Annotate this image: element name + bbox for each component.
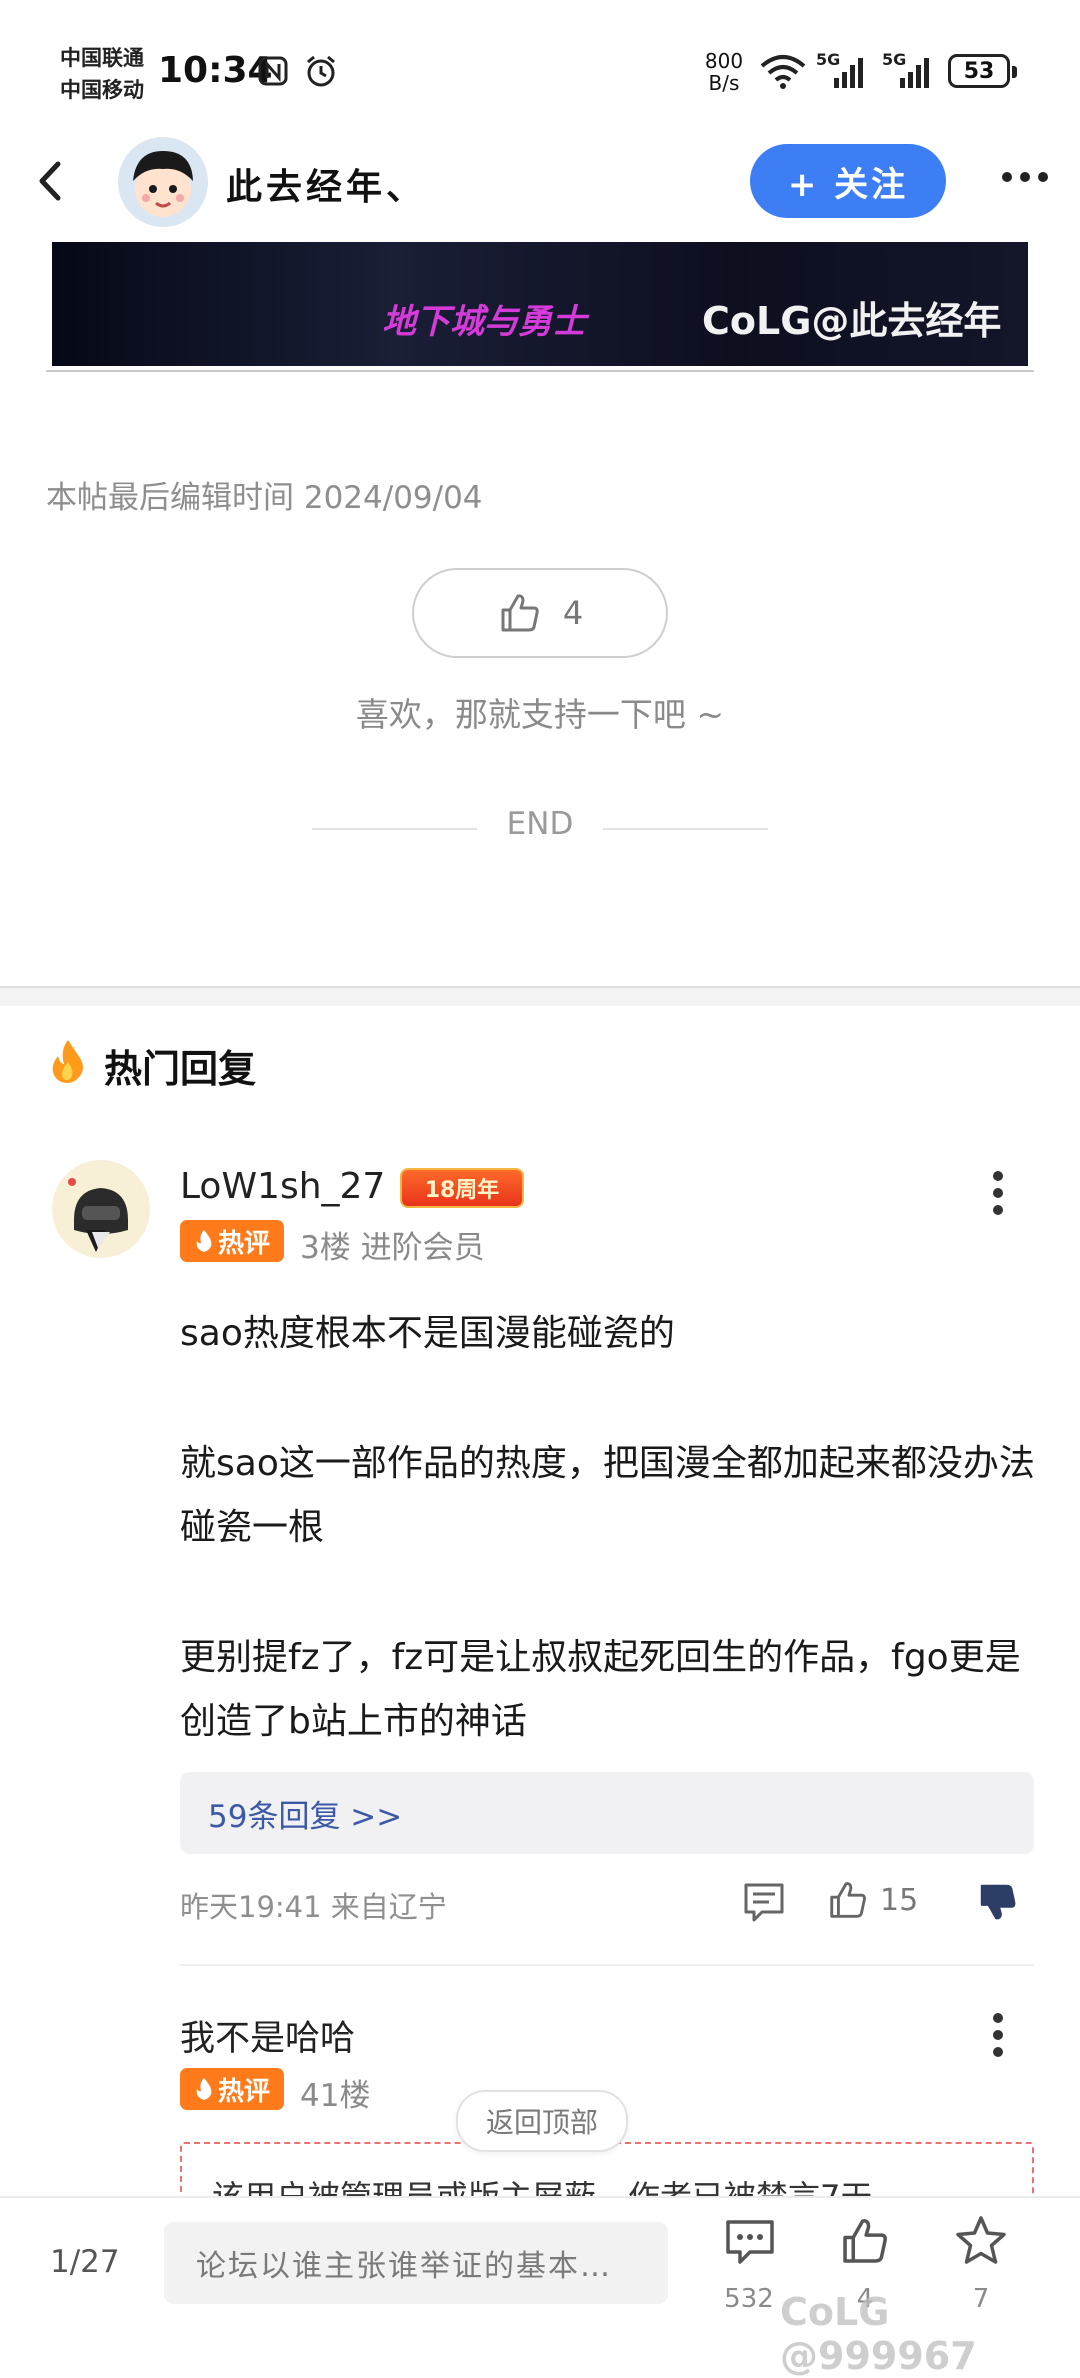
comments-button[interactable] [724,2216,776,2268]
banner-watermark: CoLG@此去经年 [702,299,1002,343]
hot-comment-badge: 热评 [180,2068,284,2110]
alarm-icon [304,54,338,88]
section-divider [0,986,1080,1006]
comment-like-button[interactable]: 15 [826,1878,918,1922]
thumbs-up-icon [497,590,543,636]
hot-comment-badge: 热评 [180,1220,284,1262]
comment-username[interactable]: LoW1sh_27 [180,1166,385,1207]
wifi-icon [758,52,808,90]
signal-2-label: 5G [882,50,907,69]
page-indicator[interactable]: 1/27 [50,2244,120,2280]
reply-input[interactable]: 论坛以谁主张谁举证的基本… [164,2222,668,2304]
net-speed-value: 800 [704,49,744,73]
end-divider-left [312,828,477,830]
end-label: END [506,806,574,842]
back-to-top-button[interactable]: 返回顶部 [456,2090,628,2152]
signal-1-label: 5G [816,50,841,69]
hot-badge-label: 热评 [217,2076,270,2107]
thumbs-up-icon [843,2219,887,2263]
nfc-icon [258,56,288,86]
comment-username[interactable]: 我不是哈哈 [180,2010,355,2061]
post-image-banner[interactable]: 地下城与勇士 CoLG@此去经年 [52,242,1028,366]
net-speed: 800 B/s [703,50,745,94]
fire-icon [46,1038,90,1084]
comment-more-icon[interactable] [990,1170,1006,1216]
comment-floor-meta: 3楼 进阶会员 [300,1230,485,1266]
comment-time-location: 昨天19:41 来自辽宁 [180,1890,447,1924]
banner-game-logo: 地下城与勇士 [382,302,586,342]
comment-more-icon[interactable] [990,2012,1006,2058]
post-like-count: 4 [562,594,584,632]
view-replies-link[interactable]: 59条回复 >> [180,1772,1034,1854]
back-arrow-icon[interactable] [32,158,66,204]
site-watermark: CoLG @999967 [780,2290,977,2378]
last-edit-time: 本帖最后编辑时间 2024/09/04 [46,480,483,516]
comment-paragraph: 就sao这一部作品的热度，把国漫全都加起来都没办法碰瓷一根 [180,1443,1035,1548]
comment-divider [180,1964,1034,1966]
author-avatar[interactable] [118,137,208,227]
reply-comment-icon[interactable] [742,1880,786,1924]
net-speed-unit: B/s [708,71,740,95]
comment-paragraph: 更别提fz了，fz可是让叔叔起死回生的作品，fgo更是创造了b站上市的神话 [180,1637,1021,1742]
comment-bubble-icon [726,2220,774,2264]
favorite-button[interactable] [954,2214,1008,2268]
like-post-button[interactable] [838,2214,892,2268]
banner-bottom-line [46,370,1034,372]
star-icon [956,2216,1006,2264]
hot-badge-label: 热评 [217,1228,270,1259]
more-options-icon[interactable] [1000,170,1050,184]
thumbs-up-icon [830,1882,866,1918]
comment-paragraph: sao热度根本不是国漫能碰瓷的 [180,1313,675,1354]
hot-replies-title: 热门回复 [104,1047,257,1091]
comment-like-count: 15 [880,1882,919,1918]
follow-button[interactable]: + 关注 [750,144,946,218]
author-name[interactable]: 此去经年、 [226,158,426,210]
dislike-icon[interactable] [976,1880,1020,1924]
badge-fire-icon [196,1230,212,1252]
support-prompt: 喜欢，那就支持一下吧 ~ [355,695,725,734]
cell-signal-2: 5G [882,50,938,90]
battery-indicator: 53 [948,54,1017,88]
status-time: 10:34 [158,50,273,91]
comment-floor-meta: 41楼 [300,2078,371,2114]
post-like-button[interactable]: 4 [412,568,668,658]
badge-fire-icon [196,2078,212,2100]
end-divider-right [603,828,768,830]
cell-signal-1: 5G [816,50,872,90]
commenter-avatar[interactable] [52,1160,150,1258]
anniversary-badge: 18周年 [400,1168,524,1208]
